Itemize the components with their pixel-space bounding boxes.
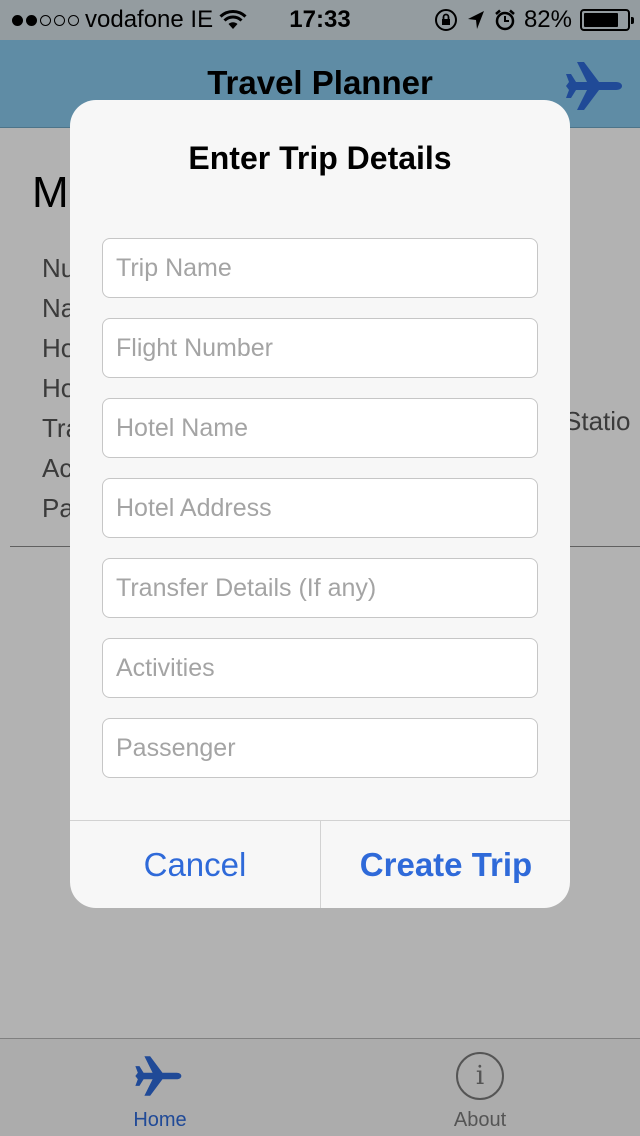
trip-details-dialog: Enter Trip Details Cancel Create Trip	[70, 100, 570, 908]
dialog-title: Enter Trip Details	[188, 140, 452, 176]
cancel-button[interactable]: Cancel	[70, 821, 320, 908]
flight-number-field[interactable]	[102, 318, 538, 378]
trip-name-field[interactable]	[102, 238, 538, 298]
passenger-field[interactable]	[102, 718, 538, 778]
create-trip-button[interactable]: Create Trip	[321, 821, 570, 908]
hotel-name-field[interactable]	[102, 398, 538, 458]
hotel-address-field[interactable]	[102, 478, 538, 538]
transfer-details-field[interactable]	[102, 558, 538, 618]
activities-field[interactable]	[102, 638, 538, 698]
